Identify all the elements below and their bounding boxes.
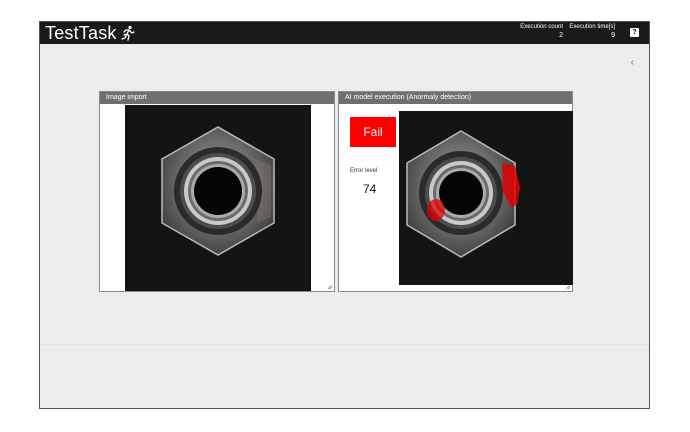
execution-time-label: Execution time[s] [569,24,615,30]
collapse-chevron-icon[interactable]: ‹ [631,58,634,68]
hex-nut-anomaly-image [399,111,573,285]
error-level-label: Error level [350,168,378,174]
hex-nut-image [125,105,311,291]
app-title: TestTask [45,23,135,43]
app-title-text: TestTask [45,23,117,43]
anomaly-heatmap-image [399,111,573,285]
image-import-title: Image import [100,92,334,104]
help-button[interactable]: ? [630,28,639,37]
running-person-icon [120,25,135,41]
execution-count: Execution count 2 [520,24,563,40]
ai-model-title: AI model execution (Anormaly detection) [339,92,572,104]
execution-time: Execution time[s] 9 [569,24,615,40]
execution-time-value: 9 [611,32,615,39]
resize-handle-icon[interactable] [566,285,571,290]
execution-count-label: Execution count [520,24,563,30]
result-badge: Fail [350,117,396,147]
app-window: TestTask Execution count 2 Execution tim… [39,21,650,409]
anomaly-region-left [427,199,445,221]
execution-count-value: 2 [559,32,563,39]
ai-model-panel: AI model execution (Anormaly detection) … [338,91,573,292]
imported-image [125,105,311,291]
error-level-value: 74 [363,182,377,196]
resize-handle-icon[interactable] [328,285,333,290]
image-import-panel: Image import [99,91,335,292]
top-bar: TestTask Execution count 2 Execution tim… [40,22,649,44]
lower-divider [40,344,649,345]
